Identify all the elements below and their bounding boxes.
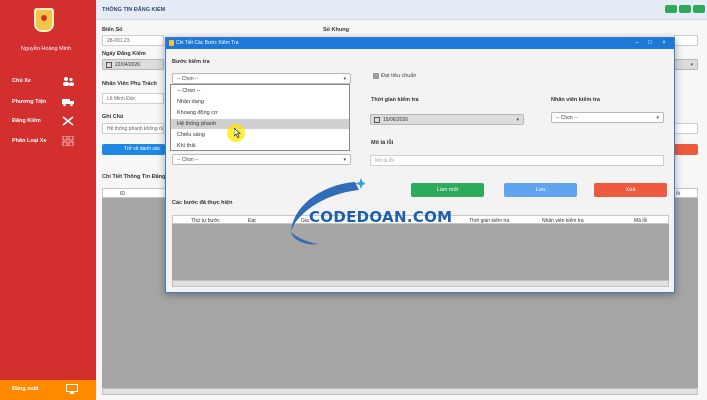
mo-ta-label: Mô tả lỗi (371, 140, 394, 146)
chevron-down-icon: ▾ (343, 76, 346, 82)
dialog-title-bar: Chi Tiết Các Bước Kiểm Tra – □ × (166, 38, 674, 49)
sidebar-item-label: Phân Loại Xe (12, 138, 47, 144)
maximize-button[interactable] (679, 5, 691, 13)
column-header: ỗi (676, 191, 680, 197)
nv-kiem-tra-label: Nhân viên kiểm tra (551, 97, 600, 103)
select-value: -- Chọn -- (177, 76, 199, 82)
ngay-dang-kiem-date[interactable]: 22/04/2026 (102, 59, 164, 70)
dropdown-option-highlighted[interactable]: Hệ thống phanh (171, 119, 349, 129)
nhan-vien-field[interactable]: Lê Minh Đức (102, 93, 164, 104)
step-detail-dialog: Chi Tiết Các Bước Kiểm Tra – □ × Bước ki… (165, 37, 675, 293)
nhan-vien-label: Nhân Viên Phụ Trách (102, 81, 157, 87)
ngay-dang-kiem-label: Ngày Đăng Kiểm (102, 51, 146, 57)
dropdown-option[interactable]: Khoang động cơ (171, 108, 349, 118)
sidebar-item-phuong-tien[interactable]: Phương Tiện (0, 93, 96, 113)
logout-button[interactable]: Đăng xuất (0, 380, 96, 400)
chevron-down-icon: ▾ (690, 62, 693, 68)
mouse-pointer-icon (234, 128, 241, 138)
users-icon (63, 77, 74, 86)
done-steps-body[interactable] (172, 224, 669, 280)
done-steps-title: Các bước đã thực hiện (172, 200, 233, 206)
save-button[interactable]: Lưu (504, 183, 577, 197)
so-khung-label: Số Khung (323, 27, 349, 33)
dat-label: Đạt tiêu chuẩn (381, 73, 417, 79)
close-button[interactable] (693, 5, 705, 13)
title-bar: THÔNG TIN ĐĂNG KIỂM (96, 0, 707, 20)
app-logo (34, 8, 54, 32)
date-value: 15/06/2026 (383, 117, 409, 123)
chevron-down-icon: ▾ (343, 157, 346, 163)
logout-label: Đăng xuất (12, 386, 39, 392)
right-field[interactable] (674, 123, 698, 134)
dropdown-option[interactable]: Nhận dạng (171, 97, 349, 107)
ghi-chu-field[interactable]: Hệ thống phanh không đạ (102, 123, 164, 134)
chevron-down-icon: ▾ (656, 115, 659, 121)
user-name: Nguyễn Hoàng Minh (20, 46, 72, 52)
delete-button-main[interactable] (674, 144, 698, 155)
tools-icon (62, 116, 74, 126)
delete-button[interactable]: Xoá (594, 183, 667, 197)
column-header: ID (120, 191, 125, 197)
back-to-list-button[interactable]: Trở về danh sác (102, 144, 165, 155)
monitor-icon (66, 384, 78, 394)
calendar-icon (106, 62, 112, 68)
dialog-app-icon (169, 40, 174, 46)
sidebar-item-label: Đăng Kiểm (12, 118, 41, 124)
window-title: THÔNG TIN ĐĂNG KIỂM (102, 7, 166, 13)
buoc-kiem-tra-select[interactable]: -- Chọn -- ▾ (172, 73, 351, 84)
buoc-kiem-tra-label: Bước kiểm tra (172, 59, 210, 65)
right-select[interactable]: ▾ (674, 59, 698, 70)
truck-icon (62, 99, 74, 107)
thoi-gian-date[interactable]: 15/06/2026 ▾ (370, 114, 524, 125)
details-title: Chi Tiết Thông Tin Đăng (102, 174, 166, 180)
sidebar-item-phan-loai-xe[interactable]: Phân Loại Xe (0, 132, 96, 152)
so-khung-field[interactable] (674, 35, 698, 46)
ghi-chu-label: Ghi Chú (102, 114, 124, 120)
new-button[interactable]: Làm mới (411, 183, 484, 197)
dialog-close-icon[interactable]: × (659, 39, 669, 47)
sidebar: Nguyễn Hoàng Minh Chủ Xe Phương Tiện Đăn… (0, 0, 96, 400)
bien-so-field[interactable]: 28-001.23 (102, 35, 164, 46)
dat-checkbox[interactable] (373, 73, 379, 79)
dialog-maximize-icon[interactable]: □ (645, 39, 655, 47)
dropdown-option[interactable]: Khí thải (171, 141, 349, 151)
dialog-title: Chi Tiết Các Bước Kiểm Tra (176, 40, 239, 46)
buoc-kiem-tra-dropdown: -- Chọn -- Nhận dạng Khoang động cơ Hệ t… (170, 84, 350, 151)
sidebar-item-dang-kiem[interactable]: Đăng Kiểm (0, 112, 96, 132)
date-value: 22/04/2026 (115, 62, 141, 68)
sidebar-item-label: Chủ Xe (12, 78, 31, 84)
minimize-button[interactable] (665, 5, 677, 13)
second-select[interactable]: -- Chọn -- ▾ (172, 154, 351, 165)
watermark-text: CODEDOAN.COM (309, 208, 453, 226)
sidebar-item-label: Phương Tiện (12, 99, 47, 105)
chevron-down-icon: ▾ (516, 117, 519, 123)
dialog-minimize-icon[interactable]: – (632, 39, 642, 47)
sidebar-item-chu-xe[interactable]: Chủ Xe (0, 72, 96, 92)
select-value: -- Chọn -- (556, 115, 578, 121)
bien-so-label: Biển Số (102, 27, 123, 33)
mo-ta-input[interactable]: Mô tả lỗi (370, 155, 664, 166)
dropdown-option[interactable]: Chiếu sáng (171, 130, 349, 140)
nv-kiem-tra-select[interactable]: -- Chọn -- ▾ (551, 112, 664, 123)
dropdown-option[interactable]: -- Chọn -- (171, 86, 349, 96)
calendar-icon (374, 117, 380, 123)
thoi-gian-label: Thời gian kiểm tra (371, 97, 419, 103)
grid-icon (62, 136, 74, 146)
dialog-scrollbar[interactable] (172, 280, 669, 287)
horizontal-scrollbar[interactable] (102, 388, 698, 395)
select-value: -- Chọn -- (177, 157, 199, 163)
